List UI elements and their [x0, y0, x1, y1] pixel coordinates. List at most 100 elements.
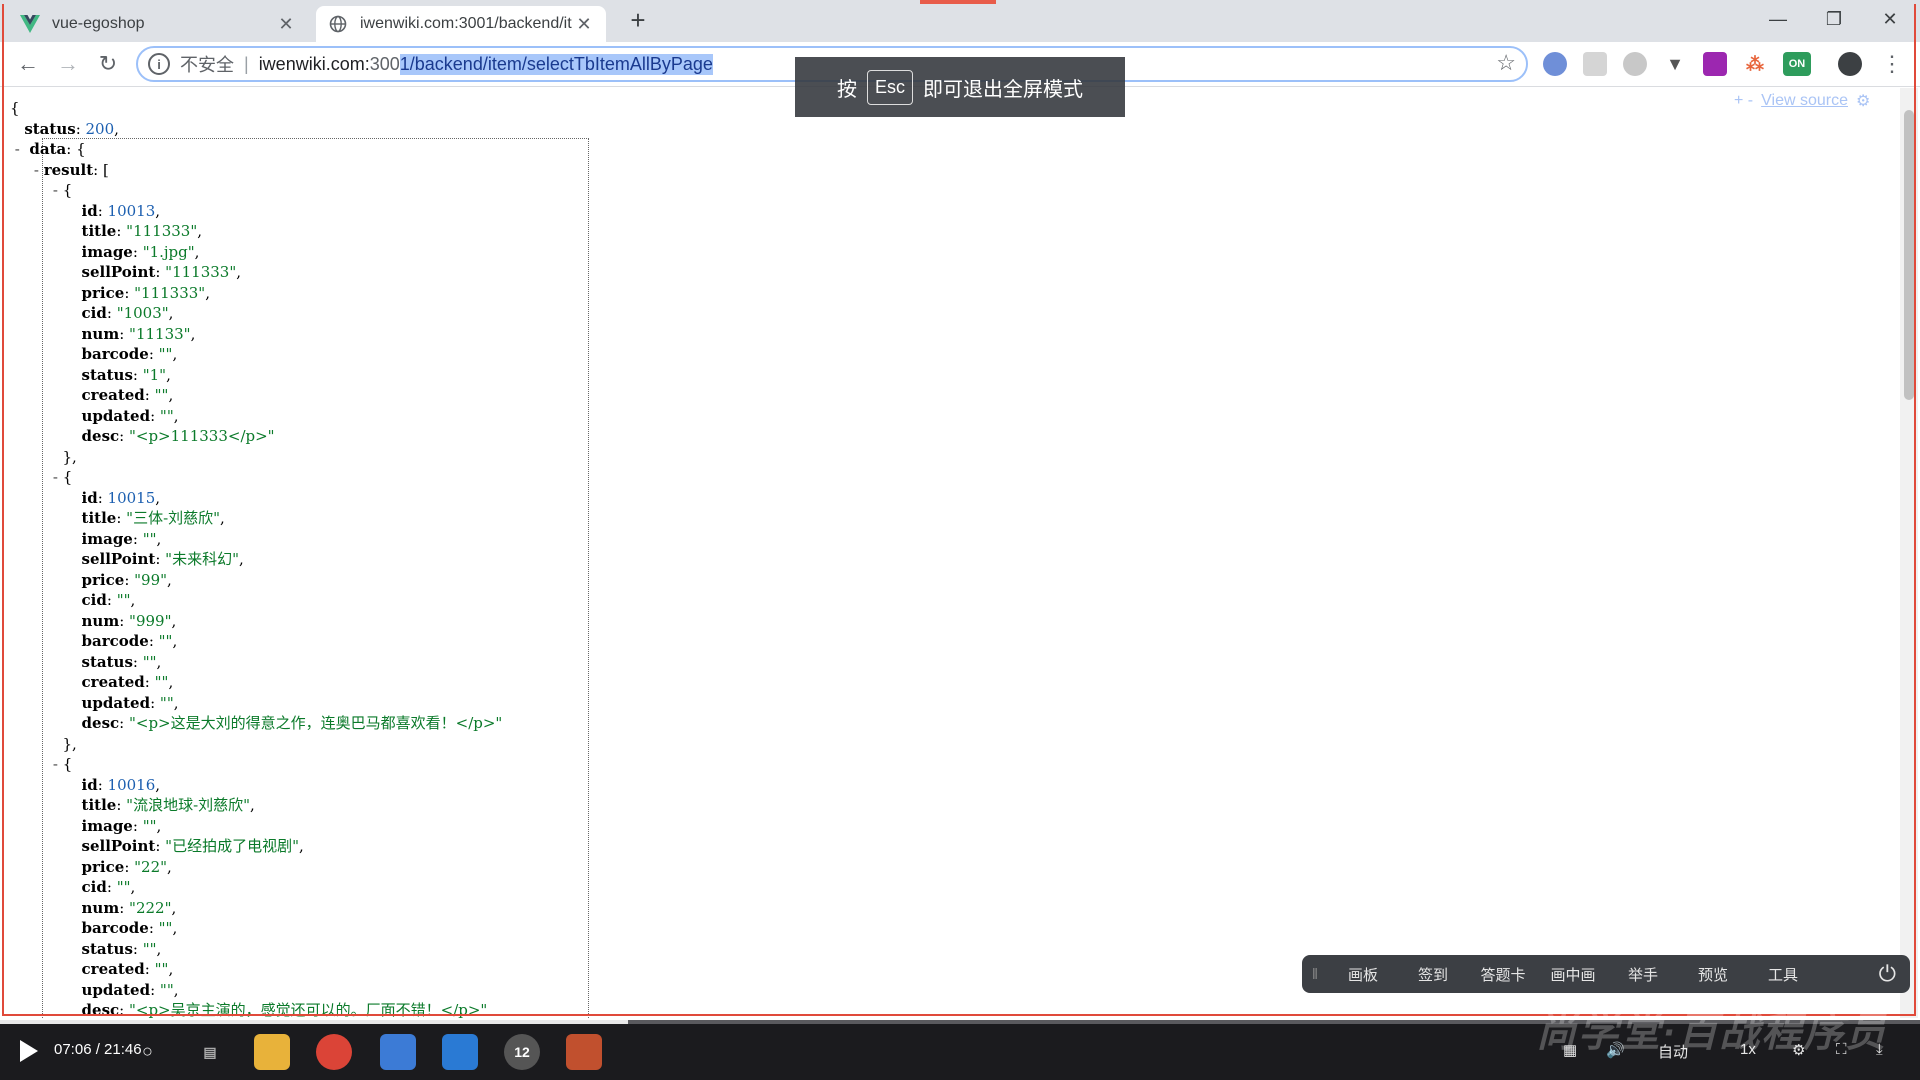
reload-icon[interactable]: ↻ [92, 48, 124, 80]
collapse-toggle[interactable]: - [53, 181, 58, 199]
file-explorer-icon[interactable] [254, 1034, 290, 1070]
power-icon[interactable]: ⏻ [1879, 961, 1896, 987]
back-arrow-icon[interactable]: ← [12, 48, 44, 80]
json-field-image: image: "", [81, 529, 162, 548]
json-field-cid: cid: "1003", [81, 304, 174, 322]
play-icon[interactable] [20, 1040, 38, 1062]
vertical-scrollbar[interactable] [1900, 88, 1918, 1018]
json-key: price [81, 857, 125, 876]
tool-board[interactable]: 画板 [1328, 964, 1398, 985]
settings-gear-icon[interactable]: ⚙ [1856, 91, 1870, 111]
json-key: image [81, 529, 133, 548]
collapse-toggle[interactable]: - [53, 468, 58, 486]
json-field-price: price: "111333", [81, 283, 210, 302]
app-blue-icon[interactable] [380, 1034, 416, 1070]
window-close-icon[interactable]: ✕ [1862, 0, 1918, 38]
json-value: "" [159, 980, 174, 999]
tab-close-icon[interactable]: ✕ [276, 14, 296, 35]
tool-preview[interactable]: 预览 [1678, 964, 1748, 985]
tool-picture-in-picture[interactable]: 画中画 [1538, 964, 1608, 985]
esc-key-badge: Esc [866, 69, 913, 105]
json-value: "<p>111333</p>" [128, 427, 275, 445]
view-source-link[interactable]: View source [1761, 92, 1848, 110]
bookmark-star-icon[interactable]: ☆ [1496, 50, 1516, 76]
json-key: image [81, 816, 133, 835]
status-value: 200 [85, 119, 115, 138]
json-key: sellPoint [81, 263, 156, 281]
json-key: title [81, 509, 117, 527]
json-field-sellPoint: sellPoint: "111333", [81, 263, 242, 281]
json-value: "" [158, 345, 173, 363]
json-value: "11133" [129, 324, 191, 343]
restore-icon[interactable]: ❐ [1806, 0, 1862, 38]
json-field-title: title: "三体-刘慈欣", [81, 509, 225, 527]
json-key: cid [81, 878, 107, 896]
profile-avatar-icon[interactable] [1838, 52, 1862, 76]
new-tab-button[interactable]: + [624, 6, 652, 34]
json-value: 10015 [107, 488, 156, 507]
tool-raise-hand[interactable]: 举手 [1608, 964, 1678, 985]
json-key: sellPoint [81, 550, 156, 568]
minimize-icon[interactable]: — [1750, 0, 1806, 38]
extension-puzzle-icon[interactable] [1583, 52, 1607, 76]
json-value: "三体-刘慈欣" [126, 509, 221, 527]
drag-handle[interactable] [920, 0, 996, 4]
collapse-toggle[interactable]: - [53, 755, 58, 773]
security-label[interactable]: 不安全 [180, 51, 234, 77]
json-field-barcode: barcode: "", [81, 632, 178, 650]
json-key: num [81, 611, 120, 630]
taskbar-badge-icon[interactable]: 12 [504, 1034, 540, 1070]
json-field-updated: updated: "", [81, 980, 179, 999]
extension-rp-icon[interactable] [1703, 52, 1727, 76]
json-value: "999" [129, 611, 172, 630]
json-key: updated [81, 980, 151, 999]
json-key: title [81, 222, 117, 240]
json-value: "222" [129, 898, 172, 917]
json-key: id [81, 488, 98, 507]
info-icon[interactable]: i [148, 53, 170, 75]
json-value: "未来科幻" [165, 550, 239, 568]
json-field-num: num: "11133", [81, 324, 196, 343]
json-field-title: title: "111333", [81, 222, 203, 240]
forward-arrow-icon[interactable]: → [52, 48, 84, 80]
task-view-icon[interactable]: ▤ [192, 1034, 228, 1070]
vue-logo-icon [20, 14, 40, 34]
json-field-updated: updated: "", [81, 693, 179, 712]
json-value: "" [159, 406, 174, 425]
tool-answer-card[interactable]: 答题卡 [1468, 964, 1538, 985]
tab-close-icon[interactable]: ✕ [574, 14, 594, 35]
expand-collapse-controls[interactable]: + - [1734, 92, 1753, 110]
collapse-toggle[interactable]: - [34, 161, 39, 179]
json-field-desc: desc: "<p>这是大刘的得意之作，连奥巴马都喜欢看！</p>" [81, 714, 503, 732]
tab-title: iwenwiki.com:3001/backend/it [360, 15, 572, 32]
collapse-toggle[interactable]: - [15, 140, 20, 158]
vscode-icon[interactable] [442, 1034, 478, 1070]
json-key: desc [81, 714, 120, 732]
tool-tools[interactable]: 工具 [1748, 964, 1818, 985]
json-viewer: { status: 200, - data: { - result: [ - {… [0, 88, 1900, 1018]
tool-checkin[interactable]: 签到 [1398, 964, 1468, 985]
json-field-status: status: "", [81, 939, 162, 958]
json-field-num: num: "999", [81, 611, 177, 630]
json-field-created: created: "", [81, 386, 174, 404]
grip-handle-icon[interactable]: ‖ [1302, 966, 1328, 983]
tab-vue-egoshop[interactable]: vue-egoshop ✕ [8, 6, 308, 42]
extension-eye-icon[interactable] [1623, 52, 1647, 76]
tab-backend-api[interactable]: iwenwiki.com:3001/backend/it ✕ [316, 6, 606, 42]
extension-vue-devtools-icon[interactable]: ▼ [1663, 52, 1687, 76]
json-key: image [81, 242, 133, 261]
json-key: created [81, 673, 145, 691]
scrollbar-thumb[interactable] [1904, 110, 1914, 400]
globe-icon [328, 14, 348, 34]
extension-on-toggle[interactable]: ON [1783, 52, 1811, 76]
json-value: "1003" [116, 304, 169, 322]
menu-kebab-icon[interactable]: ⋮ [1876, 48, 1908, 80]
json-field-desc: desc: "<p>吴京主演的，感觉还可以的。厂面不错！</p>" [81, 1001, 488, 1018]
json-value: "<p>这是大刘的得意之作，连奥巴马都喜欢看！</p>" [128, 714, 503, 732]
app-orange-icon[interactable] [566, 1034, 602, 1070]
chrome-icon[interactable] [316, 1034, 352, 1070]
json-field-updated: updated: "", [81, 406, 179, 425]
extension-share-icon[interactable]: ⁂ [1743, 52, 1767, 76]
extension-compass-icon[interactable] [1543, 52, 1567, 76]
json-field-desc: desc: "<p>111333</p>" [81, 427, 275, 445]
